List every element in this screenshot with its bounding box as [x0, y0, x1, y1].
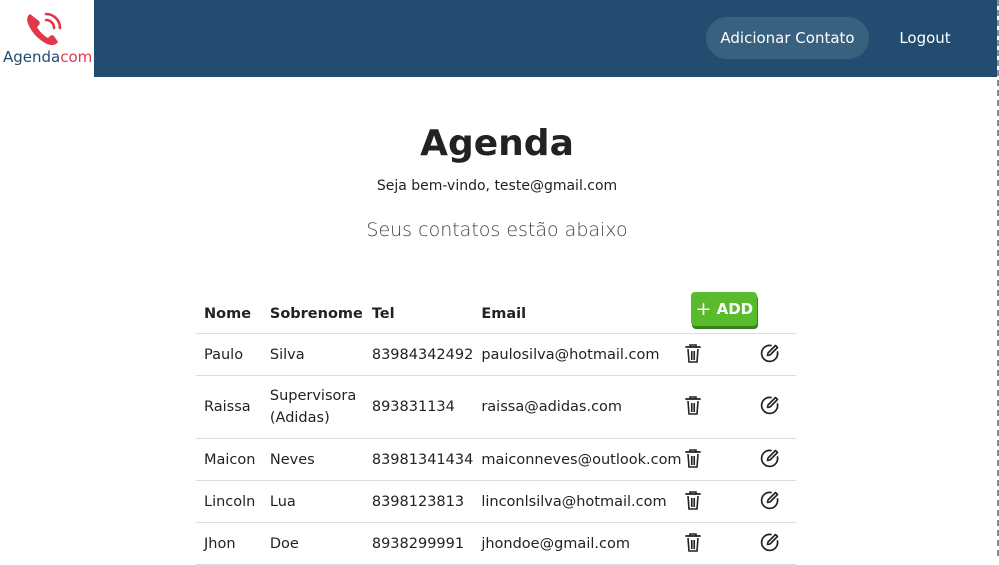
column-header-email: Email — [481, 306, 527, 322]
cell-nome: Jhon — [204, 535, 236, 552]
navbar: Agendacom Adicionar Contato Logout — [0, 0, 997, 77]
cell-sobrenome: Lua — [269, 493, 296, 510]
trash-icon[interactable] — [683, 531, 703, 553]
phone-icon — [27, 12, 62, 46]
trash-icon[interactable] — [683, 447, 703, 469]
cell-nome: Paulo — [204, 346, 244, 363]
page-subtitle: Seus contatos estão abaixo — [366, 219, 628, 241]
trash-icon[interactable] — [683, 342, 703, 364]
edit-cell — [760, 523, 796, 565]
cell-tel: 8938299991 — [371, 535, 465, 552]
column-header-sobrenome: Sobrenome — [269, 306, 363, 322]
logout-link[interactable]: Logout — [888, 17, 962, 59]
delete-cell — [683, 523, 760, 565]
contacts-table-body: Paulo Silva 83984342492 paulosilva@hotmail.… — [196, 333, 796, 565]
logo-text-part2: com — [60, 48, 93, 66]
cell-nome: Raissa — [204, 399, 251, 415]
table-row: Paulo Silva 83984342492 paulosilva@hotmail.… — [196, 333, 796, 376]
cell-email: paulosilva@hotmail.com — [481, 346, 660, 363]
cell-nome: Maicon — [204, 451, 256, 468]
delete-cell — [683, 439, 760, 481]
welcome-text: Seja bem-vindo, teste@gmail.com — [376, 178, 618, 194]
empty-header-cell — [760, 280, 796, 334]
add-contact-nav-button[interactable]: Adicionar Contato — [706, 17, 869, 59]
cell-tel: 8398123813 — [371, 493, 465, 510]
delete-cell — [683, 334, 760, 376]
edit-icon[interactable] — [760, 490, 780, 510]
column-header-tel: Tel — [371, 306, 395, 322]
table-row: Lincoln Lua 8398123813 linconlsilva@hotmail… — [196, 480, 796, 523]
page-title: Agenda — [420, 123, 574, 164]
edit-icon[interactable] — [760, 448, 780, 468]
edit-cell — [760, 439, 796, 481]
cell-sobrenome: Doe — [269, 535, 299, 552]
delete-cell — [683, 376, 760, 439]
trash-icon[interactable] — [683, 489, 703, 511]
edit-icon[interactable] — [760, 395, 780, 415]
edit-icon[interactable] — [760, 343, 780, 363]
delete-cell — [683, 481, 760, 523]
cell-tel: 83981341434 — [371, 451, 474, 468]
edit-cell — [760, 376, 796, 439]
trash-icon[interactable] — [683, 394, 703, 416]
cell-email: maiconneves@outlook.com — [481, 451, 682, 468]
cell-tel: 83984342492 — [371, 346, 474, 363]
cell-tel: 893831134 — [371, 399, 455, 415]
cell-sobrenome: Neves — [269, 451, 315, 468]
cell-sobrenome: Supervisora (Adidas) — [269, 388, 357, 426]
contacts-table: Nome Sobrenome Tel Email + ADD Paulo Silv… — [196, 280, 796, 565]
contacts-table-wrapper: Nome Sobrenome Tel Email + ADD Paulo Silv… — [196, 280, 796, 565]
add-header-cell: + ADD — [683, 280, 760, 334]
cell-nome: Lincoln — [204, 493, 256, 510]
edit-cell — [760, 334, 796, 376]
cell-sobrenome: Silva — [269, 346, 305, 363]
table-row: Raissa Supervisora (Adidas) 893831134 raiss… — [196, 375, 796, 439]
plus-icon: + — [695, 298, 712, 320]
logo-text-part1: Agenda — [3, 48, 61, 66]
logo[interactable]: Agendacom — [0, 0, 94, 77]
add-button-label: ADD — [716, 300, 754, 318]
cell-email: raissa@adidas.com — [481, 399, 623, 415]
table-row: Maicon Neves 83981341434 maiconneves@outloo… — [196, 438, 796, 481]
add-contact-button[interactable]: + ADD — [691, 292, 758, 326]
logo-text: Agendacom — [3, 48, 92, 66]
edit-cell — [760, 481, 796, 523]
table-header-row: Nome Sobrenome Tel Email + ADD — [196, 280, 796, 334]
cell-email: linconlsilva@hotmail.com — [481, 493, 667, 510]
edit-icon[interactable] — [760, 532, 780, 552]
cell-email: jhondoe@gmail.com — [481, 535, 630, 552]
column-header-nome: Nome — [204, 306, 252, 322]
table-row: Jhon Doe 8938299991 jhondoe@gmail.com — [196, 522, 796, 565]
